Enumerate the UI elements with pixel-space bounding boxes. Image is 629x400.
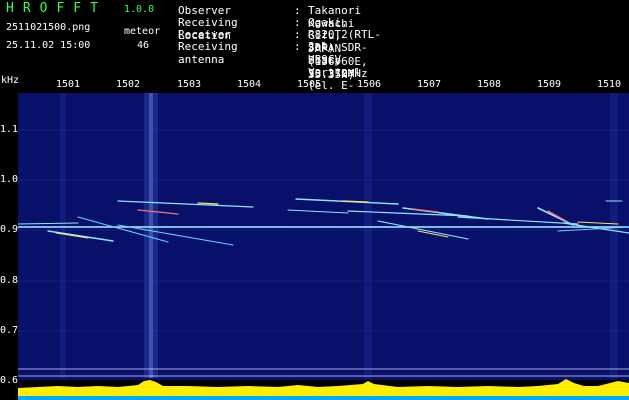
spectrogram-plot xyxy=(18,93,629,400)
noise-band xyxy=(149,93,153,378)
y-tick-label: 0.7 xyxy=(0,325,19,336)
y-tick-label: 1.1 xyxy=(0,124,19,135)
mode-label: meteor xyxy=(124,26,161,37)
hrofft-window: HROFFT 1.0.0 2511021500.png 25.11.02 15:… xyxy=(0,0,629,400)
x-tick-label: 1507 xyxy=(416,79,442,90)
noise-band xyxy=(364,93,372,378)
x-tick-label: 1505 xyxy=(296,79,322,90)
x-tick-label: 1503 xyxy=(176,79,202,90)
app-version: 1.0.0 xyxy=(124,4,155,15)
app-logo: HROFFT xyxy=(6,1,107,16)
capture-date-time: 25.11.02 15:00 xyxy=(6,40,91,51)
spectrogram-background xyxy=(18,93,629,400)
x-tick-label: 1508 xyxy=(476,79,502,90)
y-tick-label: 0.9 xyxy=(0,224,19,235)
noise-band xyxy=(60,93,66,378)
y-axis-unit: kHz xyxy=(1,75,20,86)
x-tick-label: 1502 xyxy=(115,79,141,90)
noise-band xyxy=(610,93,618,378)
info-colon: : xyxy=(294,40,301,53)
y-tick-label: 1.0 xyxy=(0,174,19,185)
x-tick-label: 1501 xyxy=(55,79,81,90)
y-tick-label: 0.8 xyxy=(0,275,19,286)
x-tick-label: 1509 xyxy=(536,79,562,90)
capture-file-name: 2511021500.png xyxy=(6,22,91,33)
x-tick-label: 1504 xyxy=(236,79,262,90)
x-tick-label: 1506 xyxy=(356,79,382,90)
y-tick-label: 0.6 xyxy=(0,375,19,386)
info-label: Receiving antenna xyxy=(178,40,238,66)
x-tick-label: 1510 xyxy=(596,79,622,90)
meteor-count: 46 xyxy=(137,40,150,51)
